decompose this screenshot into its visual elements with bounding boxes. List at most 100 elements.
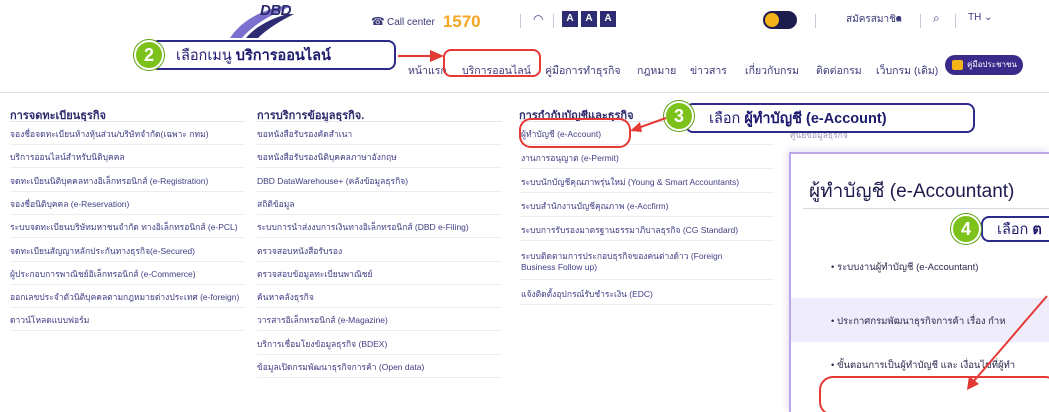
font-size-large-button[interactable]: A: [600, 11, 616, 27]
divider: [257, 353, 502, 355]
registration-item[interactable]: จดทะเบียนสัญญาหลักประกันทางธุรกิจ(e-Secu…: [10, 244, 195, 258]
nav-law[interactable]: กฎหมาย: [637, 62, 676, 79]
language-label: TH: [968, 12, 982, 23]
divider: [519, 168, 774, 169]
theme-toggle[interactable]: [763, 11, 797, 29]
info-service-item[interactable]: ข้อมูลเปิดกรมพัฒนาธุรกิจการค้า (Open dat…: [257, 360, 424, 374]
divider: [257, 144, 502, 145]
divider: [519, 304, 774, 305]
divider: [815, 14, 816, 28]
nav-home[interactable]: หน้าแรก: [408, 62, 447, 79]
logo-text: DBD: [260, 2, 292, 19]
user-icon[interactable]: ●: [895, 11, 902, 25]
divider: [257, 330, 502, 332]
divider: [10, 330, 245, 332]
divider: [519, 240, 774, 241]
registration-item[interactable]: จองชื่อจดทะเบียนห้างหุ้นส่วน/บริษัทจำกัด…: [10, 127, 209, 141]
divider: [10, 213, 245, 215]
font-size-small-button[interactable]: A: [562, 11, 578, 27]
registration-item[interactable]: ออกเลขประจำตัวนิติบุคคลตามกฎหมายต่างประเ…: [10, 290, 239, 304]
step-4-arrow: [967, 295, 1048, 390]
arrow-head-icon: [430, 50, 444, 62]
info-service-item[interactable]: ตรวจสอบข้อมูลทะเบียนพาณิชย์: [257, 267, 373, 281]
top-header: DBD ☎ Call center 1570 ◠ A A A สมัครสมาช…: [0, 0, 1049, 42]
divider: [257, 121, 502, 122]
info-service-item[interactable]: ขอหนังสือรับรองนิติบุคคลภาษาอังกฤษ: [257, 150, 397, 164]
divider: [520, 14, 521, 28]
divider: [920, 14, 921, 28]
call-center-number: 1570: [442, 12, 481, 31]
panel-item-e-accountant[interactable]: • ระบบงานผู้ทำบัญชี (e-Accountant): [791, 244, 1049, 288]
language-select[interactable]: TH ⌄: [968, 12, 993, 23]
step-3-arrow: [630, 117, 667, 132]
e-accountant-panel: ผู้ทำบัญชี (e-Accountant) เลือก ต 4 • ระ…: [789, 152, 1049, 412]
e-account-highlight-ring: [519, 118, 631, 148]
step-4-text: เลือก ต: [997, 218, 1042, 241]
divider: [10, 144, 245, 145]
info-service-item[interactable]: สถิติข้อมูล: [257, 197, 295, 211]
panel-item-label: • ระบบงานผู้ทำบัญชี (e-Accountant): [831, 262, 979, 273]
divider: [10, 190, 245, 192]
info-service-item[interactable]: DBD DataWarehouse+ (คลังข้อมูลธุรกิจ): [257, 174, 408, 188]
divider: [10, 167, 245, 169]
step-3-prefix: เลือก: [709, 110, 745, 127]
divider: [519, 279, 774, 280]
divider: [257, 167, 502, 169]
divider: [257, 377, 502, 378]
step-3-bold: ผู้ทำบัญชี (e-Account): [744, 110, 887, 127]
divider: [257, 213, 502, 215]
step-2-badge: 2: [134, 40, 164, 70]
rss-icon[interactable]: ◠: [533, 12, 543, 26]
search-icon[interactable]: ⌕: [933, 11, 940, 26]
info-service-item[interactable]: ขอหนังสือรับรองคัดสำเนา: [257, 127, 352, 141]
divider: [257, 237, 502, 239]
step-4-bold: ต: [1032, 221, 1042, 238]
registration-item[interactable]: ดาวน์โหลดแบบฟอร์ม: [10, 313, 89, 327]
accounting-item[interactable]: Business Follow up): [521, 262, 597, 272]
divider: [257, 190, 502, 192]
call-center-label: Call center: [387, 16, 435, 28]
registration-item[interactable]: จองชื่อนิติบุคคล (e-Reservation): [10, 197, 129, 211]
info-service-item[interactable]: วารสารอิเล็กทรอนิกส์ (e-Magazine): [257, 313, 388, 327]
call-center[interactable]: ☎ Call center 1570: [371, 12, 481, 32]
info-service-item[interactable]: ระบบการนำส่งงบการเงินทางอิเล็กทรอนิกส์ (…: [257, 220, 469, 234]
step-4-badge: 4: [951, 214, 981, 244]
step-2-prefix: เลือกเมนู: [176, 47, 236, 64]
nav-contact[interactable]: ติดต่อกรม: [816, 62, 862, 79]
accounting-item[interactable]: ระบบนักบัญชีคุณภาพรุ่นใหม่ (Young & Smar…: [521, 175, 739, 189]
registration-item[interactable]: บริการออนไลน์สำหรับนิติบุคคล: [10, 150, 125, 164]
accounting-item[interactable]: ระบบการรับรองมาตรฐานธรรมาภิบาลธุรกิจ (CG…: [521, 223, 738, 237]
accounting-item[interactable]: แจ้งติดตั้งอุปกรณ์รับชำระเงิน (EDC): [521, 287, 653, 301]
nav-business-guide[interactable]: คู่มือการทำธุรกิจ: [545, 62, 621, 79]
accounting-item[interactable]: ระบบติดตามการประกอบธุรกิจของคนต่างด้าว (…: [521, 249, 722, 263]
citizen-manual-label: คู่มือประชาชน: [967, 60, 1017, 69]
divider: [803, 208, 1049, 209]
divider: [257, 283, 502, 285]
nav-old-site[interactable]: เว็บกรม (เดิม): [876, 62, 938, 79]
info-service-item[interactable]: ตรวจสอบหนังสือรับรอง: [257, 244, 342, 258]
divider: [10, 283, 245, 285]
citizen-manual-button[interactable]: คู่มือประชาชน: [945, 55, 1023, 75]
register-link[interactable]: สมัครสมาชิก: [846, 12, 902, 27]
registration-item[interactable]: ระบบจดทะเบียนบริษัทมหาชนจำกัด ทางอิเล็กท…: [10, 220, 238, 234]
divider: [257, 260, 502, 262]
nav-news[interactable]: ข่าวสาร: [690, 62, 727, 79]
step-3-text: เลือก ผู้ทำบัญชี (e-Account): [709, 107, 887, 130]
accounting-item[interactable]: งานการอนุญาต (e-Permit): [521, 151, 619, 165]
info-service-item[interactable]: บริการเชื่อมโยงข้อมูลธุรกิจ (BDEX): [257, 337, 387, 351]
divider: [257, 307, 502, 309]
font-size-medium-button[interactable]: A: [581, 11, 597, 27]
accounting-item[interactable]: ระบบสำนักงานบัญชีคุณภาพ (e-Accfirm): [521, 199, 668, 213]
registration-item[interactable]: จดทะเบียนนิติบุคคลทางอิเล็กทรอนิกส์ (e-R…: [10, 174, 208, 188]
nav-online-services[interactable]: บริการออนไลน์: [462, 62, 531, 79]
nav-about[interactable]: เกี่ยวกับกรม: [745, 62, 799, 79]
step-2-text: เลือกเมนู บริการออนไลน์: [176, 44, 331, 67]
divider: [10, 260, 245, 262]
divider: [10, 237, 245, 239]
step-2-arrow: [398, 55, 434, 57]
divider: [10, 121, 245, 122]
registration-item[interactable]: ผู้ประกอบการพาณิชย์อิเล็กทรอนิกส์ (e-Com…: [10, 267, 196, 281]
step-3-callout: เลือก ผู้ทำบัญชี (e-Account): [685, 103, 975, 133]
info-service-item[interactable]: ค้นหาคลังธุรกิจ: [257, 290, 314, 304]
divider: [519, 192, 774, 193]
